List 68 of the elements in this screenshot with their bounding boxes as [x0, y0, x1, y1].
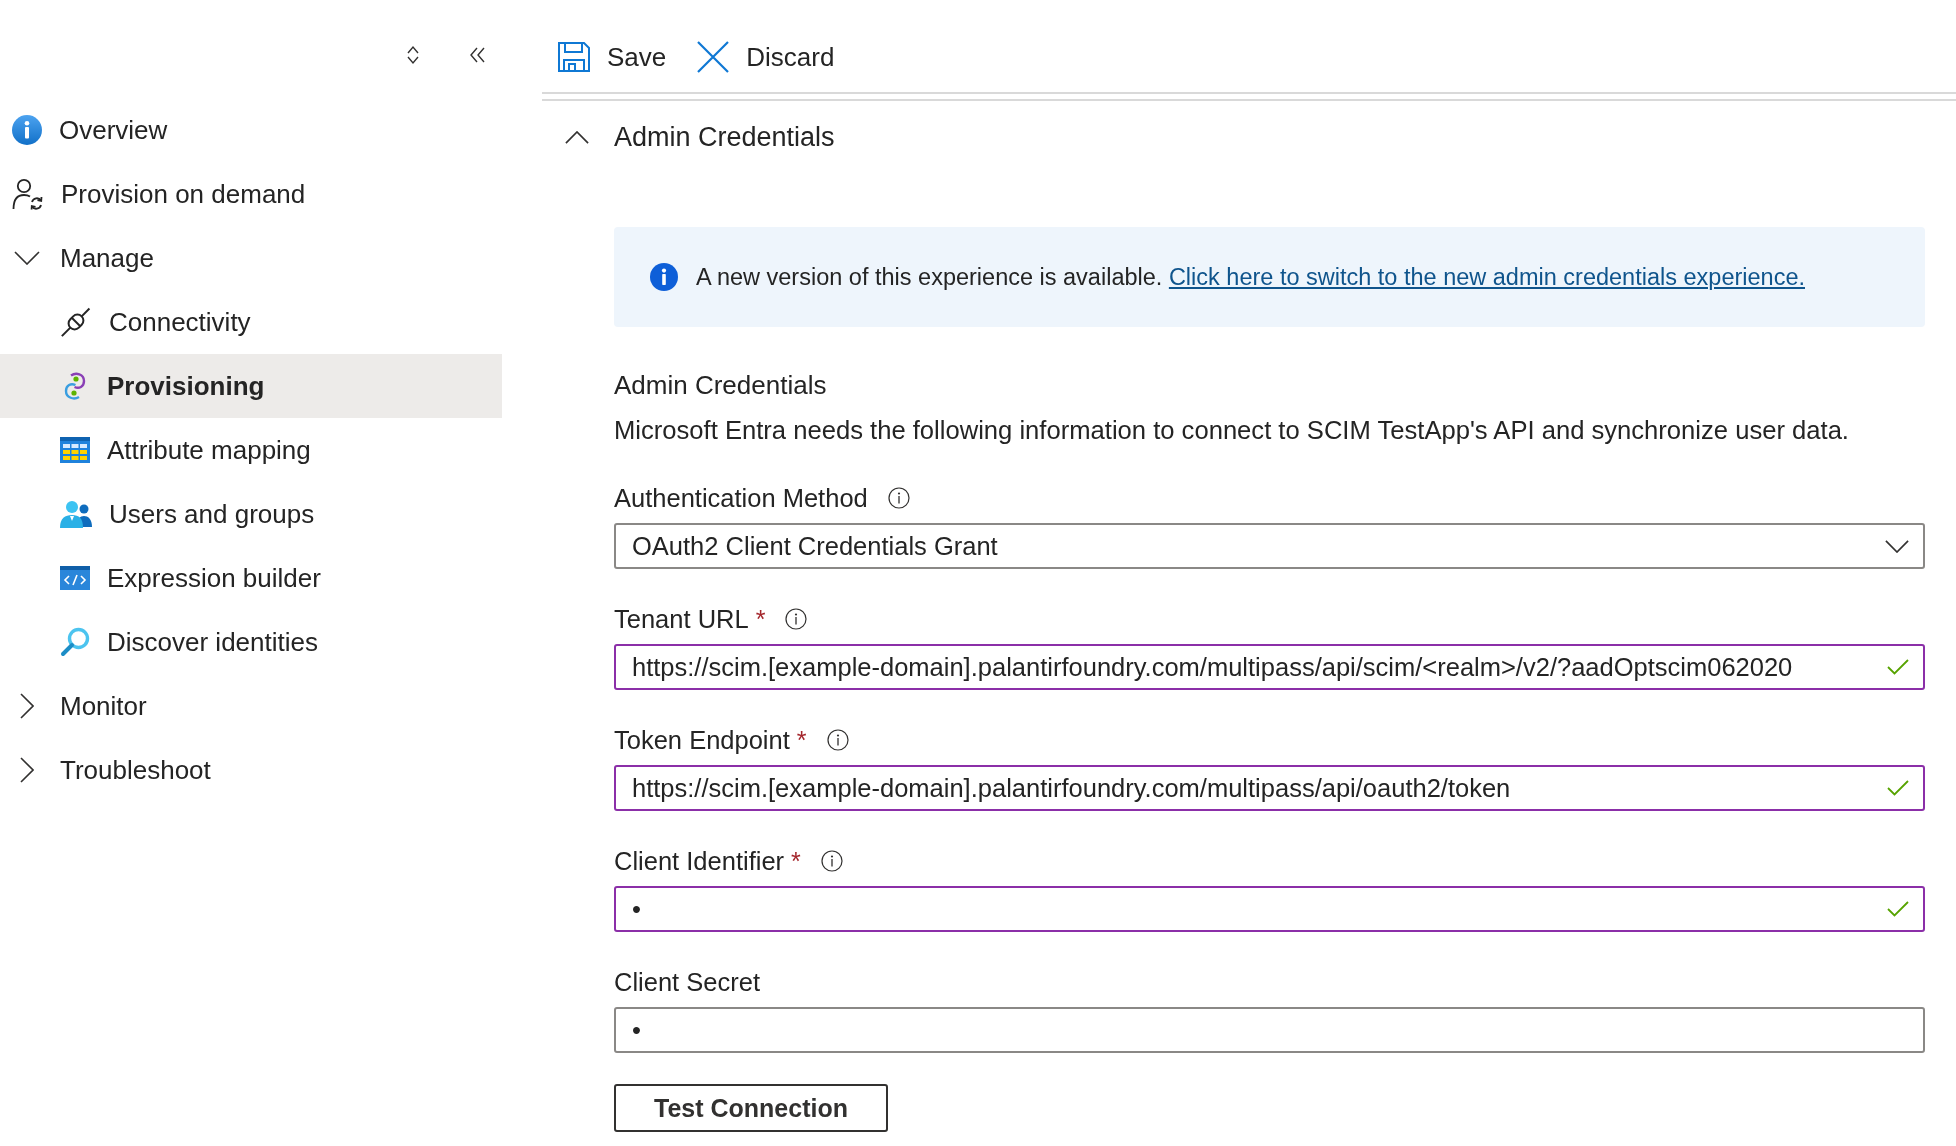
- search-icon: [60, 627, 90, 657]
- info-icon[interactable]: [826, 729, 849, 751]
- field-label: Authentication Method: [614, 483, 868, 514]
- checkmark-icon: [1887, 780, 1909, 796]
- nav-item[interactable]: Provisioning: [0, 354, 502, 418]
- up-down-chevron-icon: [406, 44, 420, 66]
- people-icon: [60, 500, 92, 528]
- nav-group-header[interactable]: Monitor: [0, 674, 502, 738]
- nav-label: Monitor: [60, 690, 147, 722]
- input-field[interactable]: https://scim.[example-domain].palantirfoundry.com/multipass/api/scim/<realm>/v2/?aadOptscim062020: [614, 644, 1925, 690]
- close-icon: [696, 40, 731, 74]
- test-connection-button[interactable]: Test Connection: [614, 1084, 888, 1132]
- nav-label: Connectivity: [109, 306, 251, 338]
- nav-item[interactable]: Users and groups: [0, 482, 502, 546]
- nav-label: Attribute mapping: [107, 434, 311, 466]
- input-field[interactable]: https://scim.[example-domain].palantirfoundry.com/multipass/api/oauth2/token: [614, 765, 1925, 811]
- code-icon: [60, 566, 90, 590]
- nav-group-header[interactable]: Troubleshoot: [0, 738, 502, 802]
- section-header[interactable]: Admin Credentials: [542, 101, 1956, 173]
- plug-icon: [60, 306, 92, 338]
- nav-label: Manage: [60, 242, 154, 274]
- chevron-right-icon: [20, 757, 34, 783]
- nav-item[interactable]: Provision on demand: [0, 162, 502, 226]
- checkmark-icon: [1887, 901, 1909, 917]
- section-title: Admin Credentials: [614, 121, 835, 153]
- nav-item[interactable]: Expression builder: [0, 546, 502, 610]
- field-label: Tenant URL: [614, 604, 749, 635]
- checkmark-icon: [1887, 659, 1909, 675]
- person-sync-icon: [12, 178, 44, 210]
- double-chevron-left-icon: [468, 46, 488, 64]
- info-icon[interactable]: [887, 487, 910, 509]
- nav-label: Overview: [59, 114, 168, 146]
- nav-item[interactable]: Overview: [0, 98, 502, 162]
- required-mark: *: [755, 604, 766, 635]
- nav-label: Users and groups: [109, 498, 315, 530]
- field-label: Token Endpoint: [614, 725, 790, 756]
- nav-label: Provision on demand: [61, 178, 306, 210]
- nav-group-header[interactable]: Manage: [0, 226, 502, 290]
- nav-label: Discover identities: [107, 626, 318, 658]
- nav-label: Troubleshoot: [60, 754, 211, 786]
- table-icon: [60, 437, 90, 463]
- input-field[interactable]: •: [614, 886, 1925, 932]
- chevron-down-icon: [1885, 539, 1909, 553]
- chevron-down-icon: [14, 251, 40, 265]
- save-icon: [557, 41, 591, 73]
- nav-item[interactable]: Discover identities: [0, 610, 502, 674]
- field-label: Client Secret: [614, 967, 760, 998]
- switch-experience-link[interactable]: Click here to switch to the new admin credentials experience.: [1168, 263, 1805, 290]
- nav-label: Provisioning: [107, 370, 265, 402]
- info-icon[interactable]: [785, 608, 808, 630]
- form-title: Admin Credentials: [614, 369, 828, 402]
- toolbar-button[interactable]: Save: [557, 41, 667, 73]
- chevron-up-icon: [565, 130, 589, 144]
- field-label: Client Identifier: [614, 846, 785, 877]
- chevron-right-icon: [20, 693, 34, 719]
- nav-label: Expression builder: [107, 562, 321, 594]
- input-field[interactable]: •: [614, 1007, 1925, 1053]
- nav-item[interactable]: Connectivity: [0, 290, 502, 354]
- required-mark: *: [791, 846, 801, 877]
- info-icon[interactable]: [820, 850, 843, 872]
- form-description: Microsoft Entra needs the following information to connect to SCIM TestApp's API and synchronize user data.: [614, 415, 1850, 446]
- required-mark: *: [796, 725, 807, 756]
- info-icon: [12, 115, 42, 145]
- dropdown[interactable]: OAuth2 Client Credentials Grant: [614, 523, 1925, 569]
- info-message: A new version of this experience is available. Click here to switch to the new admin credentials experience.: [696, 263, 1805, 291]
- toolbar-button[interactable]: Discard: [696, 40, 835, 74]
- info-icon: [650, 263, 678, 291]
- nav-item[interactable]: Attribute mapping: [0, 418, 502, 482]
